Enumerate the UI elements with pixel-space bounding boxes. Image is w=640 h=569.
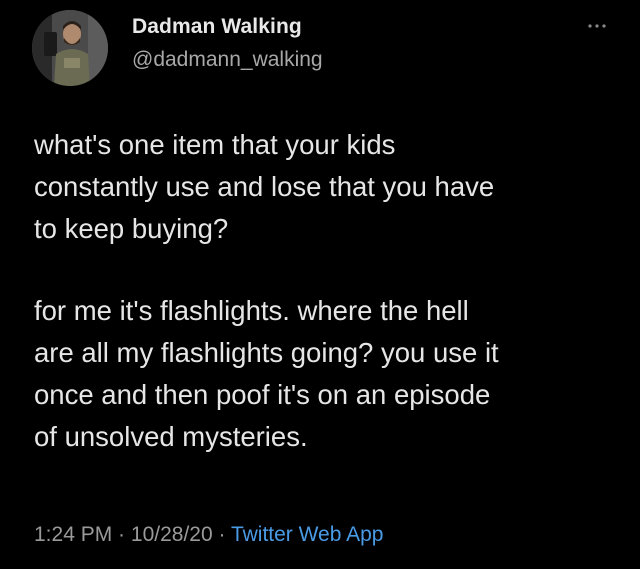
author-display-name[interactable]: Dadman Walking xyxy=(132,15,302,39)
tweet-line: to keep buying? xyxy=(34,213,229,244)
tweet-line: for me it's flashlights. where the hell xyxy=(34,295,469,326)
tweet-source-link[interactable]: Twitter Web App xyxy=(231,523,384,546)
tweet-line: once and then poof it's on an episode xyxy=(34,379,491,410)
tweet-line: of unsolved mysteries. xyxy=(34,421,308,452)
tweet-metadata: 1:24 PM · 10/28/20 · Twitter Web App xyxy=(34,523,383,547)
tweet-card: Dadman Walking @dadmann_walking what's o… xyxy=(0,0,640,569)
tweet-paragraph-1: what's one item that your kids constantl… xyxy=(34,124,614,250)
tweet-paragraph-2: for me it's flashlights. where the hell … xyxy=(34,290,614,458)
more-options-icon[interactable] xyxy=(586,18,608,28)
tweet-time[interactable]: 1:24 PM xyxy=(34,523,112,546)
meta-separator: · xyxy=(212,523,231,546)
tweet-line: are all my flashlights going? you use it xyxy=(34,337,499,368)
author-handle[interactable]: @dadmann_walking xyxy=(132,48,323,72)
avatar-photo-icon xyxy=(32,10,108,86)
tweet-line: what's one item that your kids xyxy=(34,129,396,160)
meta-separator: · xyxy=(112,523,131,546)
tweet-date[interactable]: 10/28/20 xyxy=(131,523,213,546)
avatar[interactable] xyxy=(32,10,108,86)
tweet-line: constantly use and lose that you have xyxy=(34,171,495,202)
